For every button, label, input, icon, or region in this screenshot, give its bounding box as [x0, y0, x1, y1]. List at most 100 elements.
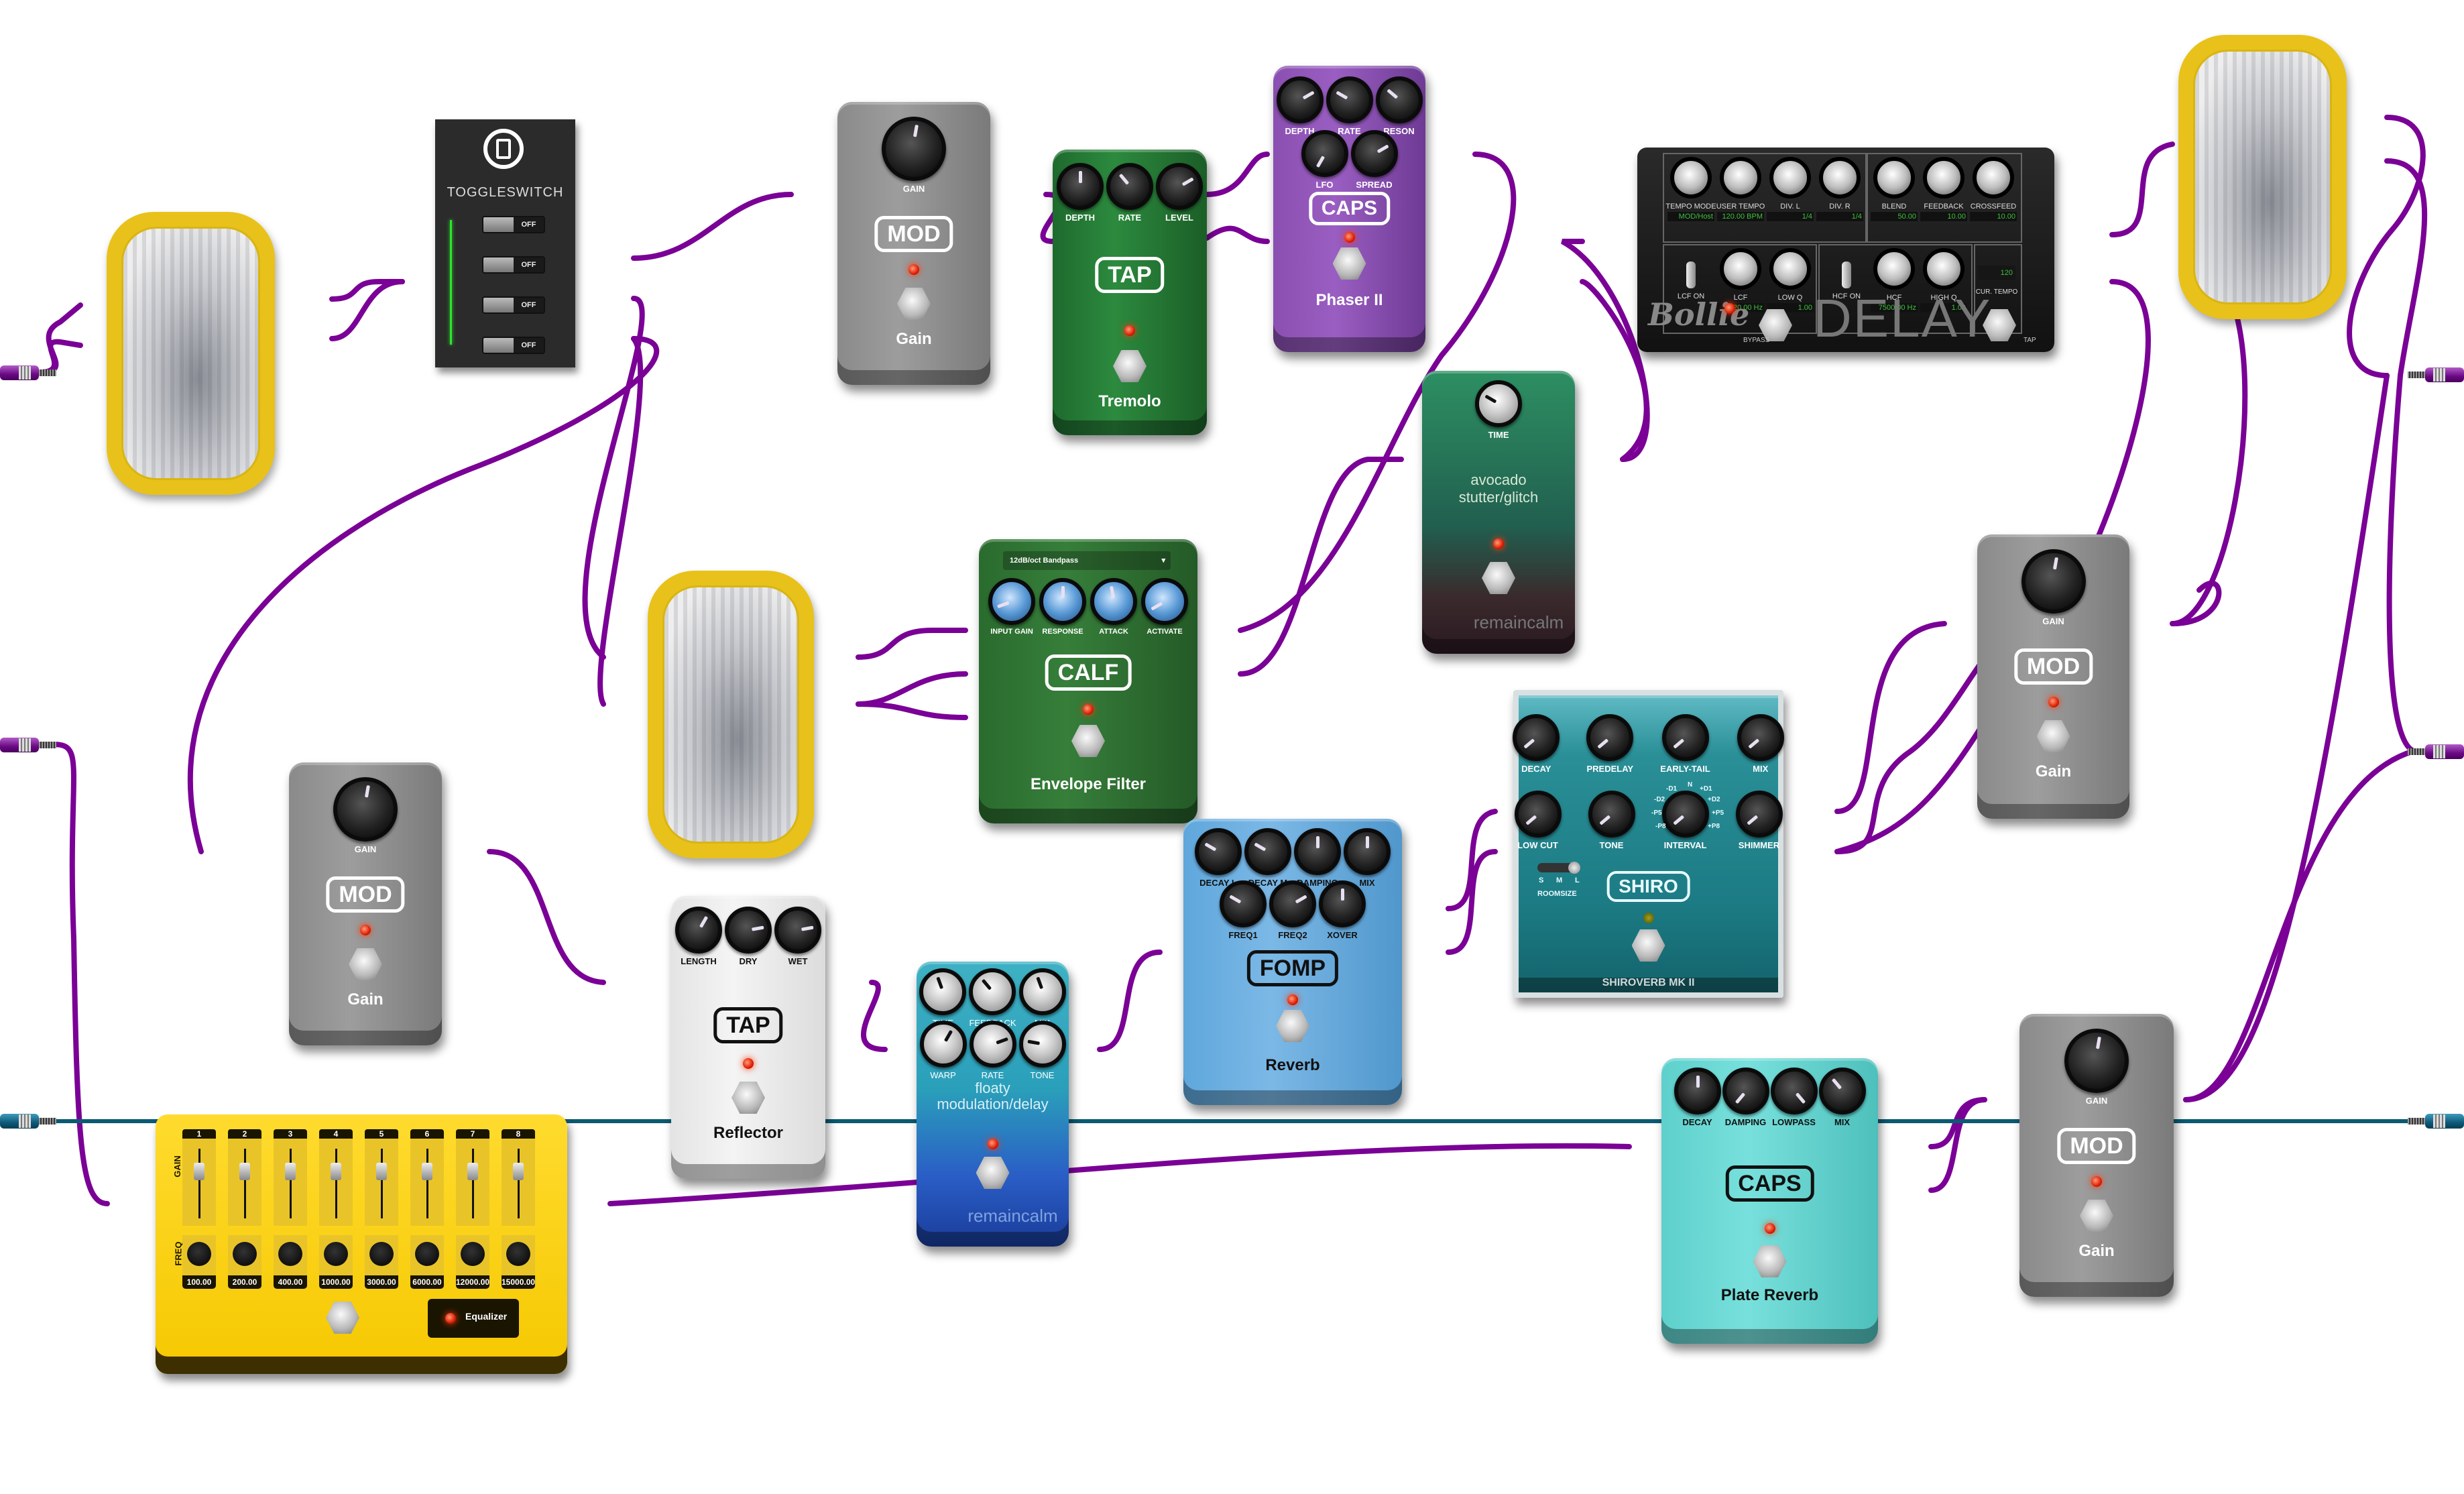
system-playback-jack[interactable] — [2404, 744, 2464, 759]
audio-cable[interactable] — [329, 279, 405, 341]
toggle-switch-2[interactable]: OFF — [482, 256, 545, 274]
freq-knob[interactable] — [502, 1235, 535, 1275]
response-knob[interactable]: RESPONSE — [1039, 578, 1086, 636]
slider-thumb[interactable] — [194, 1163, 204, 1180]
gain-knob[interactable]: GAIN — [2021, 549, 2086, 626]
depth-knob[interactable]: DEPTH — [1057, 163, 1104, 223]
audio-cable[interactable] — [38, 302, 83, 375]
toggle-switch-3[interactable]: OFF — [482, 296, 545, 314]
bypass-footswitch[interactable] — [1482, 562, 1515, 594]
freq2-knob[interactable]: FREQ2 — [1269, 880, 1316, 940]
toggleswitch-pedal[interactable]: TOGGLESWITCH OFF OFF OFF OFF — [435, 119, 575, 367]
freq-knob[interactable] — [182, 1235, 216, 1275]
audio-cable[interactable] — [631, 192, 794, 261]
audio-cable[interactable] — [856, 671, 968, 707]
audio-cable[interactable] — [2347, 115, 2426, 378]
mix-knob[interactable]: MIX — [1737, 714, 1784, 774]
bypass-footswitch[interactable] — [1276, 1010, 1309, 1042]
bypass-footswitch[interactable] — [2036, 720, 2070, 752]
toggle-switch-4[interactable]: OFF — [482, 337, 545, 354]
level-knob[interactable]: LEVEL — [1156, 163, 1203, 223]
roomsize-slider[interactable] — [1537, 862, 1580, 874]
wet-knob[interactable]: WET — [774, 907, 821, 966]
mix-knob[interactable]: MIX — [1018, 968, 1066, 1028]
audio-cable[interactable] — [1097, 950, 1163, 1052]
midi-capture-jack[interactable] — [0, 1114, 60, 1129]
gain-knob[interactable]: GAIN — [2064, 1029, 2129, 1106]
lowpass-knob[interactable]: LOWPASS — [1770, 1068, 1818, 1127]
tap-reflector-pedal[interactable]: LENGTH DRY WET TAP Reflector — [671, 896, 825, 1179]
mod-gain-pedal[interactable]: GAIN MOD Gain — [2019, 1014, 2174, 1297]
length-knob[interactable]: LENGTH — [675, 907, 722, 966]
mix-knob[interactable]: MIX — [1818, 1068, 1866, 1127]
xover-knob[interactable]: XOVER — [1319, 880, 1366, 940]
mode-select[interactable]: 12dB/oct Bandpass ▾ — [1003, 551, 1171, 570]
shiroverb-pedal[interactable]: DECAY PREDELAY EARLY-TAIL MIX LOW CUT TO… — [1513, 690, 1784, 998]
tempo-mode-knob[interactable]: TEMPO MODE MOD/Host — [1665, 157, 1716, 221]
slider-thumb[interactable] — [285, 1163, 296, 1180]
bypass-footswitch[interactable] — [1753, 1245, 1787, 1277]
lcf-on-toggle[interactable]: LCF ON — [1666, 255, 1716, 300]
fomp-reverb-pedal[interactable]: DECAY L DECAY M DAMPING MIX FREQ1 FREQ2 … — [1183, 819, 1402, 1105]
equalizer-pedal[interactable]: GAIN FREQ 1 100.00 2 200.00 3 400.00 4 1000.00 5… — [156, 1114, 567, 1374]
damping-knob[interactable]: DAMPING — [1722, 1068, 1769, 1127]
system-capture-jack[interactable] — [0, 738, 60, 752]
bypass-footswitch[interactable] — [897, 288, 931, 320]
slider-thumb[interactable] — [331, 1163, 341, 1180]
input-gain-knob[interactable]: INPUT GAIN — [988, 578, 1035, 636]
low-q-knob[interactable]: LOW Q 1.00 — [1765, 248, 1815, 312]
bypass-footswitch[interactable] — [1113, 350, 1147, 382]
tone-knob[interactable]: TONE — [1588, 791, 1635, 850]
warp-knob[interactable]: WARP — [919, 1021, 967, 1080]
rate-knob[interactable]: RATE — [969, 1021, 1016, 1080]
gain-slider[interactable] — [456, 1139, 489, 1226]
calf-envelope-filter-pedal[interactable]: 12dB/oct Bandpass ▾ INPUT GAIN RESPONSE A… — [979, 539, 1197, 823]
avocado-stutter-pedal[interactable]: TIME avocado stutter/glitch remaincalm — [1422, 371, 1575, 654]
bypass-footswitch[interactable] — [2080, 1200, 2113, 1232]
audio-cable[interactable] — [51, 742, 110, 1206]
audio-cable[interactable] — [856, 628, 968, 660]
feedback-knob[interactable]: FEEDBACK — [969, 968, 1016, 1028]
freq1-knob[interactable]: FREQ1 — [1220, 880, 1267, 940]
caps-phaser-pedal[interactable]: DEPTH RATE RESON LFO SPREAD CAPS Phaser … — [1273, 66, 1425, 352]
slider-thumb[interactable] — [376, 1163, 387, 1180]
mod-gain-pedal[interactable]: GAIN MOD Gain — [289, 762, 442, 1045]
audio-cable[interactable] — [1204, 152, 1270, 197]
gain-slider[interactable] — [410, 1139, 444, 1226]
audio-cable[interactable] — [2170, 299, 2248, 626]
audio-cable[interactable] — [2109, 141, 2175, 237]
gain-slider[interactable] — [274, 1139, 307, 1226]
toggle-switch-1[interactable]: OFF — [482, 216, 545, 233]
system-playback-jack[interactable] — [2404, 367, 2464, 382]
rate-knob[interactable]: RATE — [1106, 163, 1153, 223]
audio-cable[interactable] — [856, 701, 968, 720]
bypass-footswitch[interactable] — [326, 1302, 359, 1334]
decay-knob[interactable]: DECAY — [1674, 1068, 1721, 1127]
spread-knob[interactable]: SPREAD — [1350, 130, 1398, 190]
audio-cable[interactable] — [1834, 621, 1947, 814]
user-tempo-knob[interactable]: USER TEMPO 120.00 BPM — [1716, 157, 1765, 221]
div-r-knob[interactable]: DIV. R 1/4 — [1815, 157, 1865, 221]
slider-thumb[interactable] — [513, 1163, 524, 1180]
audio-cable[interactable] — [1204, 225, 1270, 244]
reson-knob[interactable]: RESON — [1375, 76, 1423, 136]
time-knob[interactable]: TIME — [1475, 380, 1522, 440]
caps-plate-reverb-pedal[interactable]: DECAY DAMPING LOWPASS MIX CAPS Plate Rev… — [1661, 1058, 1878, 1344]
mod-gain-pedal[interactable]: GAIN MOD Gain — [837, 102, 990, 385]
lfo-knob[interactable]: LFO — [1301, 130, 1348, 190]
div-l-knob[interactable]: DIV. L 1/4 — [1765, 157, 1815, 221]
slider-thumb[interactable] — [422, 1163, 432, 1180]
decay-l-knob[interactable]: DECAY L — [1195, 828, 1242, 888]
crossfeed-knob[interactable]: CROSSFEED 10.00 — [1969, 157, 2018, 221]
blend-knob[interactable]: BLEND 50.00 — [1869, 157, 1919, 221]
low-cut-knob[interactable]: LOW CUT — [1514, 791, 1562, 850]
audio-cable[interactable] — [2183, 748, 2416, 1102]
freq-knob[interactable] — [456, 1235, 489, 1275]
freq-knob[interactable] — [274, 1235, 307, 1275]
midi-playback-jack[interactable] — [2404, 1114, 2464, 1129]
predelay-knob[interactable]: PREDELAY — [1586, 714, 1634, 774]
gain-slider[interactable] — [182, 1139, 216, 1226]
bypass-footswitch[interactable] — [1071, 725, 1105, 757]
feedback-knob[interactable]: FEEDBACK 10.00 — [1919, 157, 1969, 221]
system-capture-jack[interactable] — [0, 365, 60, 380]
